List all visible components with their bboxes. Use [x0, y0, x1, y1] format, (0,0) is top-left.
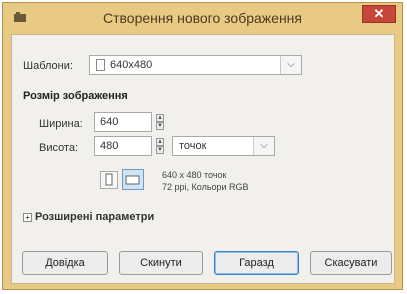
template-label: Шаблони: — [23, 60, 73, 72]
template-value: 640x480 — [110, 59, 153, 71]
increment-icon[interactable]: ▲ — [156, 114, 164, 122]
app-icon — [14, 12, 26, 22]
expand-icon[interactable]: + — [23, 213, 32, 222]
portrait-icon — [105, 173, 113, 186]
unit-value: точок — [179, 140, 207, 152]
document-icon — [96, 59, 105, 71]
template-combo[interactable]: 640x480 ⌵ — [89, 55, 302, 75]
advanced-options-expander[interactable]: Розширені параметри — [35, 211, 154, 223]
dialog-content: Шаблони: 640x480 ⌵ Розмір зображення Шир… — [11, 34, 395, 284]
portrait-button[interactable] — [100, 171, 118, 189]
image-info-resolution: 72 ppi, Кольори RGB — [162, 182, 249, 192]
width-input[interactable]: 640 — [94, 112, 152, 132]
chevron-down-icon: ⌵ — [280, 56, 301, 74]
width-stepper[interactable]: ▲ ▼ — [155, 112, 165, 132]
decrement-icon[interactable]: ▼ — [156, 122, 164, 130]
reset-button[interactable]: Скинути — [119, 251, 203, 275]
image-info: 640 x 480 точок 72 ppi, Кольори RGB — [162, 169, 249, 193]
height-stepper[interactable]: ▲ ▼ — [155, 136, 165, 156]
chevron-down-icon: ⌵ — [253, 137, 274, 155]
height-value: 480 — [100, 140, 119, 152]
landscape-icon — [125, 175, 140, 185]
title-bar: Створення нового зображення ✕ — [3, 3, 402, 33]
width-label: Ширина: — [39, 118, 83, 130]
dialog-window: Створення нового зображення ✕ Шаблони: 6… — [2, 2, 403, 290]
increment-icon[interactable]: ▲ — [156, 138, 164, 146]
help-button[interactable]: Довідка — [22, 251, 108, 275]
cancel-button[interactable]: Скасувати — [310, 251, 392, 275]
window-title: Створення нового зображення — [103, 10, 302, 26]
decrement-icon[interactable]: ▼ — [156, 146, 164, 154]
landscape-button[interactable] — [122, 169, 144, 190]
close-button[interactable]: ✕ — [362, 5, 396, 23]
image-size-heading: Розмір зображення — [23, 90, 128, 102]
image-info-dimensions: 640 x 480 точок — [162, 170, 227, 180]
ok-button[interactable]: Гаразд — [214, 251, 299, 275]
unit-combo[interactable]: точок ⌵ — [172, 136, 275, 156]
height-label: Висота: — [39, 142, 79, 154]
width-value: 640 — [100, 116, 119, 128]
height-input[interactable]: 480 — [94, 136, 152, 156]
close-icon: ✕ — [373, 6, 385, 21]
